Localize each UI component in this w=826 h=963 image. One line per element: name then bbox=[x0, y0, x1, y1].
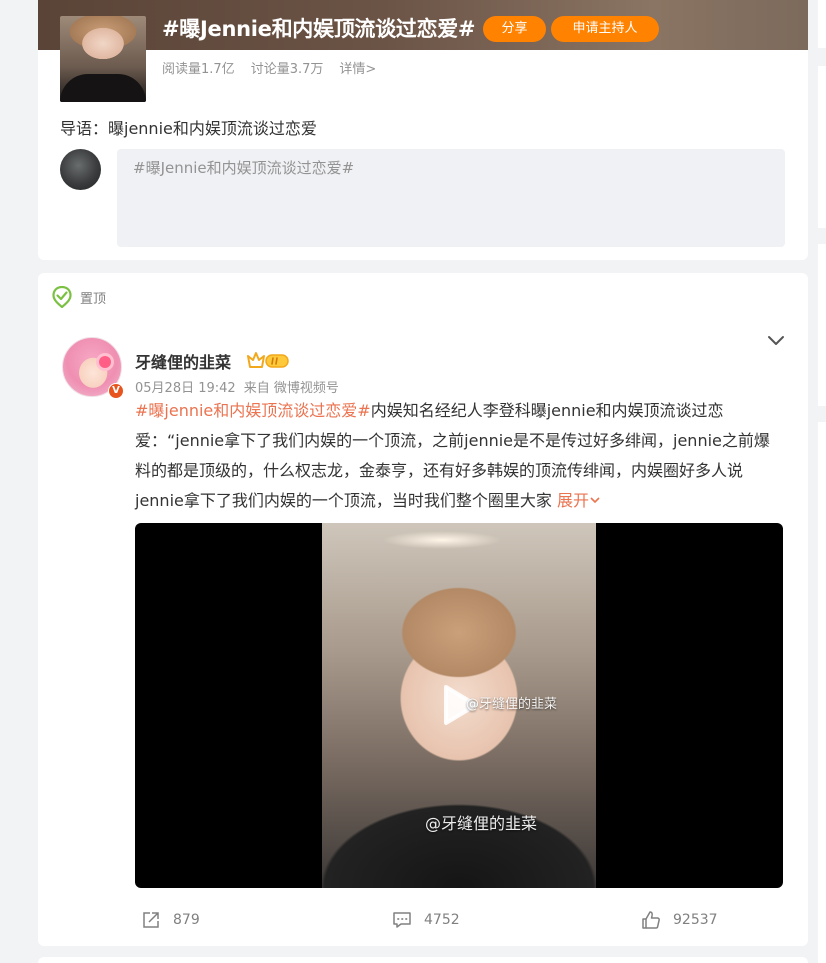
topic-cover-image[interactable] bbox=[60, 16, 146, 102]
post-date[interactable]: 05月28日 19:42 bbox=[135, 377, 236, 396]
post-hashtag-link[interactable]: #曝jennie和内娱顶流谈过恋爱# bbox=[135, 401, 371, 420]
current-user-avatar[interactable] bbox=[60, 149, 101, 190]
topic-card: #曝Jennie和内娱顶流谈过恋爱# 分享 申请主持人 阅读量1.7亿 讨论量3… bbox=[38, 0, 808, 260]
video-player[interactable]: @牙缝俚的韭菜 @牙缝俚的韭菜 bbox=[135, 523, 783, 888]
side-panel-edge bbox=[818, 422, 826, 963]
pinned-indicator: 置顶 bbox=[52, 286, 106, 308]
next-card-edge bbox=[38, 957, 808, 963]
video-watermark-center: @牙缝俚的韭菜 bbox=[466, 697, 558, 712]
video-watermark-bottom: @牙缝俚的韭菜 bbox=[425, 814, 538, 833]
topic-stats: 阅读量1.7亿 讨论量3.7万 详情> bbox=[162, 58, 376, 77]
forward-count: 879 bbox=[173, 912, 200, 928]
details-link[interactable]: 详情> bbox=[339, 58, 376, 77]
comment-button[interactable]: 4752 bbox=[392, 910, 460, 930]
thumbs-up-icon bbox=[642, 911, 660, 929]
comment-icon bbox=[393, 912, 411, 928]
comment-count: 4752 bbox=[424, 912, 460, 928]
post-meta: 05月28日 19:42 来自 微博视频号 bbox=[135, 377, 339, 396]
topic-lead: 导语：曝jennie和内娱顶流谈过恋爱 bbox=[60, 119, 317, 138]
expand-chevron-icon bbox=[590, 497, 600, 504]
discuss-count: 讨论量3.7万 bbox=[250, 62, 324, 77]
pin-icon bbox=[52, 286, 72, 308]
post-card: 置顶 V 牙缝俚的韭菜 05月28日 19:42 来自 微博视频号 #曝jenn… bbox=[38, 273, 808, 946]
apply-host-button[interactable]: 申请主持人 bbox=[551, 16, 659, 42]
side-panel-edge bbox=[818, 66, 826, 228]
like-button[interactable]: 92537 bbox=[641, 910, 718, 930]
topic-title: #曝Jennie和内娱顶流谈过恋爱# bbox=[162, 17, 476, 41]
verified-badge: V bbox=[108, 383, 124, 399]
share-button[interactable]: 分享 bbox=[483, 16, 546, 42]
forward-icon bbox=[143, 912, 159, 928]
post-actions: 879 4752 92537 bbox=[38, 910, 808, 940]
like-count: 92537 bbox=[673, 912, 718, 928]
author-name[interactable]: 牙缝俚的韭菜 bbox=[135, 349, 231, 373]
expand-link[interactable]: 展开 bbox=[557, 491, 601, 510]
post-source: 来自 微博视频号 bbox=[243, 381, 339, 396]
forward-button[interactable]: 879 bbox=[141, 910, 200, 930]
member-crown-icon[interactable] bbox=[246, 350, 292, 370]
chevron-down-icon[interactable] bbox=[767, 335, 785, 347]
post-text: #曝jennie和内娱顶流谈过恋爱#内娱知名经纪人李登科曝jennie和内娱顶流… bbox=[135, 396, 785, 516]
post-composer-input[interactable]: #曝Jennie和内娱顶流谈过恋爱# bbox=[117, 149, 785, 247]
read-count: 阅读量1.7亿 bbox=[162, 62, 235, 77]
side-panel-edge bbox=[818, 0, 826, 48]
side-panel-edge bbox=[818, 244, 826, 406]
pinned-label: 置顶 bbox=[80, 291, 107, 307]
